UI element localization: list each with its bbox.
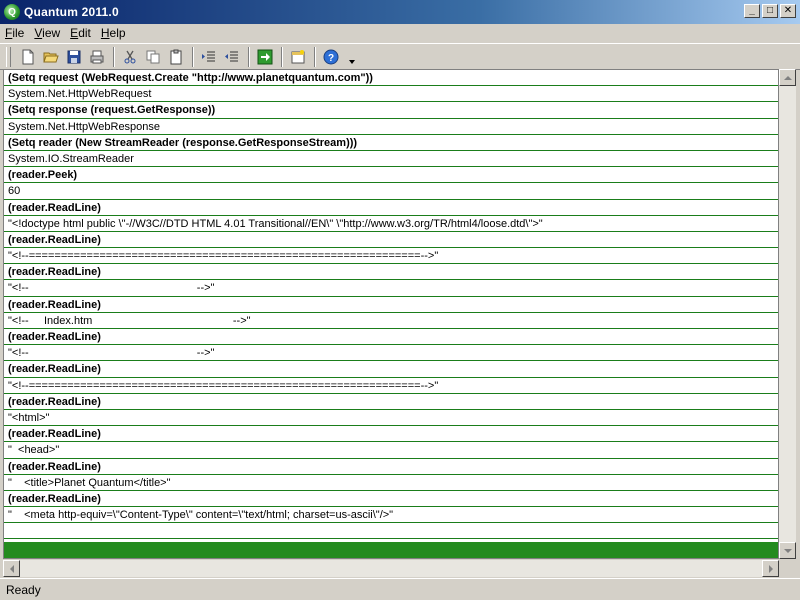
transcript-output-row: "<!-- -->" xyxy=(4,345,778,362)
transcript-output-row: "<!--===================================… xyxy=(4,378,778,394)
new-file-icon[interactable] xyxy=(17,46,39,68)
menu-view[interactable]: View xyxy=(29,26,65,40)
transcript-command-row: (reader.ReadLine) xyxy=(4,264,778,281)
status-text: Ready xyxy=(6,582,41,597)
svg-text:?: ? xyxy=(328,53,334,64)
transcript-command-row: (reader.ReadLine) xyxy=(4,200,778,216)
save-disk-icon[interactable] xyxy=(63,46,85,68)
transcript-command-row: (reader.ReadLine) xyxy=(4,232,778,249)
maximize-button[interactable]: □ xyxy=(762,4,778,18)
transcript-command-row: (reader.ReadLine) xyxy=(4,361,778,378)
transcript-command-row: (Setq reader (New StreamReader (response… xyxy=(4,135,778,151)
toolbar-separator xyxy=(248,46,250,67)
transcript-output-row xyxy=(4,523,778,540)
transcript-output-row: " <head>" xyxy=(4,442,778,459)
menu-file[interactable]: File xyxy=(0,26,29,40)
menu-help[interactable]: Help xyxy=(96,26,131,40)
menu-edit[interactable]: Edit xyxy=(65,26,96,40)
status-bar: Ready xyxy=(0,578,800,600)
app-window: Q Quantum 2011.0 _ □ ✕ File View Edit He… xyxy=(0,0,800,600)
new-window-icon[interactable] xyxy=(287,46,309,68)
transcript-output-row: System.IO.StreamReader xyxy=(4,151,778,168)
paste-clipboard-icon[interactable] xyxy=(165,46,187,68)
scroll-right-button[interactable] xyxy=(762,560,779,577)
outdent-icon[interactable] xyxy=(221,46,243,68)
scroll-left-button[interactable] xyxy=(3,560,20,577)
transcript-output-row: System.Net.HttpWebRequest xyxy=(4,86,778,103)
scrollbar-corner xyxy=(779,560,796,577)
quantum-app-icon: Q xyxy=(4,4,20,20)
transcript-output-row: " <meta http-equiv=\"Content-Type\" cont… xyxy=(4,507,778,524)
transcript-command-row: (reader.ReadLine) xyxy=(4,394,778,410)
transcript-output-row: "<!doctype html public \"-//W3C//DTD HTM… xyxy=(4,216,778,232)
chevron-down-icon xyxy=(783,548,792,553)
title-bar[interactable]: Q Quantum 2011.0 _ □ ✕ xyxy=(0,0,800,24)
cut-scissors-icon[interactable] xyxy=(119,46,141,68)
transcript-list: (Setq request (WebRequest.Create "http:/… xyxy=(4,70,778,540)
chevron-left-icon xyxy=(9,564,14,573)
transcript-output-row: "<html>" xyxy=(4,410,778,427)
input-line-bar[interactable] xyxy=(4,542,778,558)
run-arrow-icon[interactable] xyxy=(254,46,276,68)
transcript-command-row: (Setq request (WebRequest.Create "http:/… xyxy=(4,70,778,87)
minimize-button[interactable]: _ xyxy=(744,4,760,18)
transcript-command-row: (reader.ReadLine) xyxy=(4,329,778,346)
horizontal-scrollbar[interactable] xyxy=(3,560,779,577)
scroll-up-button[interactable] xyxy=(779,69,796,86)
toolbar-separator xyxy=(192,46,194,67)
toolbar-separator xyxy=(113,46,115,67)
print-icon[interactable] xyxy=(86,46,108,68)
toolbar-grip[interactable] xyxy=(6,46,11,67)
transcript-pane[interactable]: (Setq request (WebRequest.Create "http:/… xyxy=(3,69,779,559)
toolbar-separator xyxy=(314,46,316,67)
transcript-command-row: (reader.ReadLine) xyxy=(4,297,778,313)
toolbar-overflow-chevron-icon[interactable] xyxy=(347,46,357,68)
open-folder-icon[interactable] xyxy=(40,46,62,68)
toolbar: ? xyxy=(0,43,800,70)
transcript-command-row: (reader.ReadLine) xyxy=(4,459,778,475)
transcript-command-row: (reader.Peek) xyxy=(4,167,778,184)
toolbar-separator xyxy=(281,46,283,67)
transcript-output-row: 60 xyxy=(4,183,778,200)
close-button[interactable]: ✕ xyxy=(780,4,796,18)
menu-bar: File View Edit Help xyxy=(0,24,800,42)
copy-icon[interactable] xyxy=(142,46,164,68)
transcript-command-row: (Setq response (request.GetResponse)) xyxy=(4,102,778,119)
chevron-up-icon xyxy=(783,75,792,80)
transcript-command-row: (reader.ReadLine) xyxy=(4,426,778,443)
scroll-down-button[interactable] xyxy=(779,542,796,559)
transcript-output-row: "<!--===================================… xyxy=(4,248,778,265)
window-title: Quantum 2011.0 xyxy=(24,5,119,19)
window-controls: _ □ ✕ xyxy=(744,4,796,18)
transcript-output-row: System.Net.HttpWebResponse xyxy=(4,119,778,135)
transcript-output-row: "<!-- -->" xyxy=(4,280,778,297)
help-icon[interactable]: ? xyxy=(320,46,342,68)
transcript-output-row: "<!-- Index.htm -->" xyxy=(4,313,778,329)
vertical-scrollbar[interactable] xyxy=(779,69,796,559)
transcript-command-row: (reader.ReadLine) xyxy=(4,491,778,508)
transcript-output-row: " <title>Planet Quantum</title>" xyxy=(4,475,778,491)
indent-icon[interactable] xyxy=(198,46,220,68)
chevron-right-icon xyxy=(768,564,773,573)
